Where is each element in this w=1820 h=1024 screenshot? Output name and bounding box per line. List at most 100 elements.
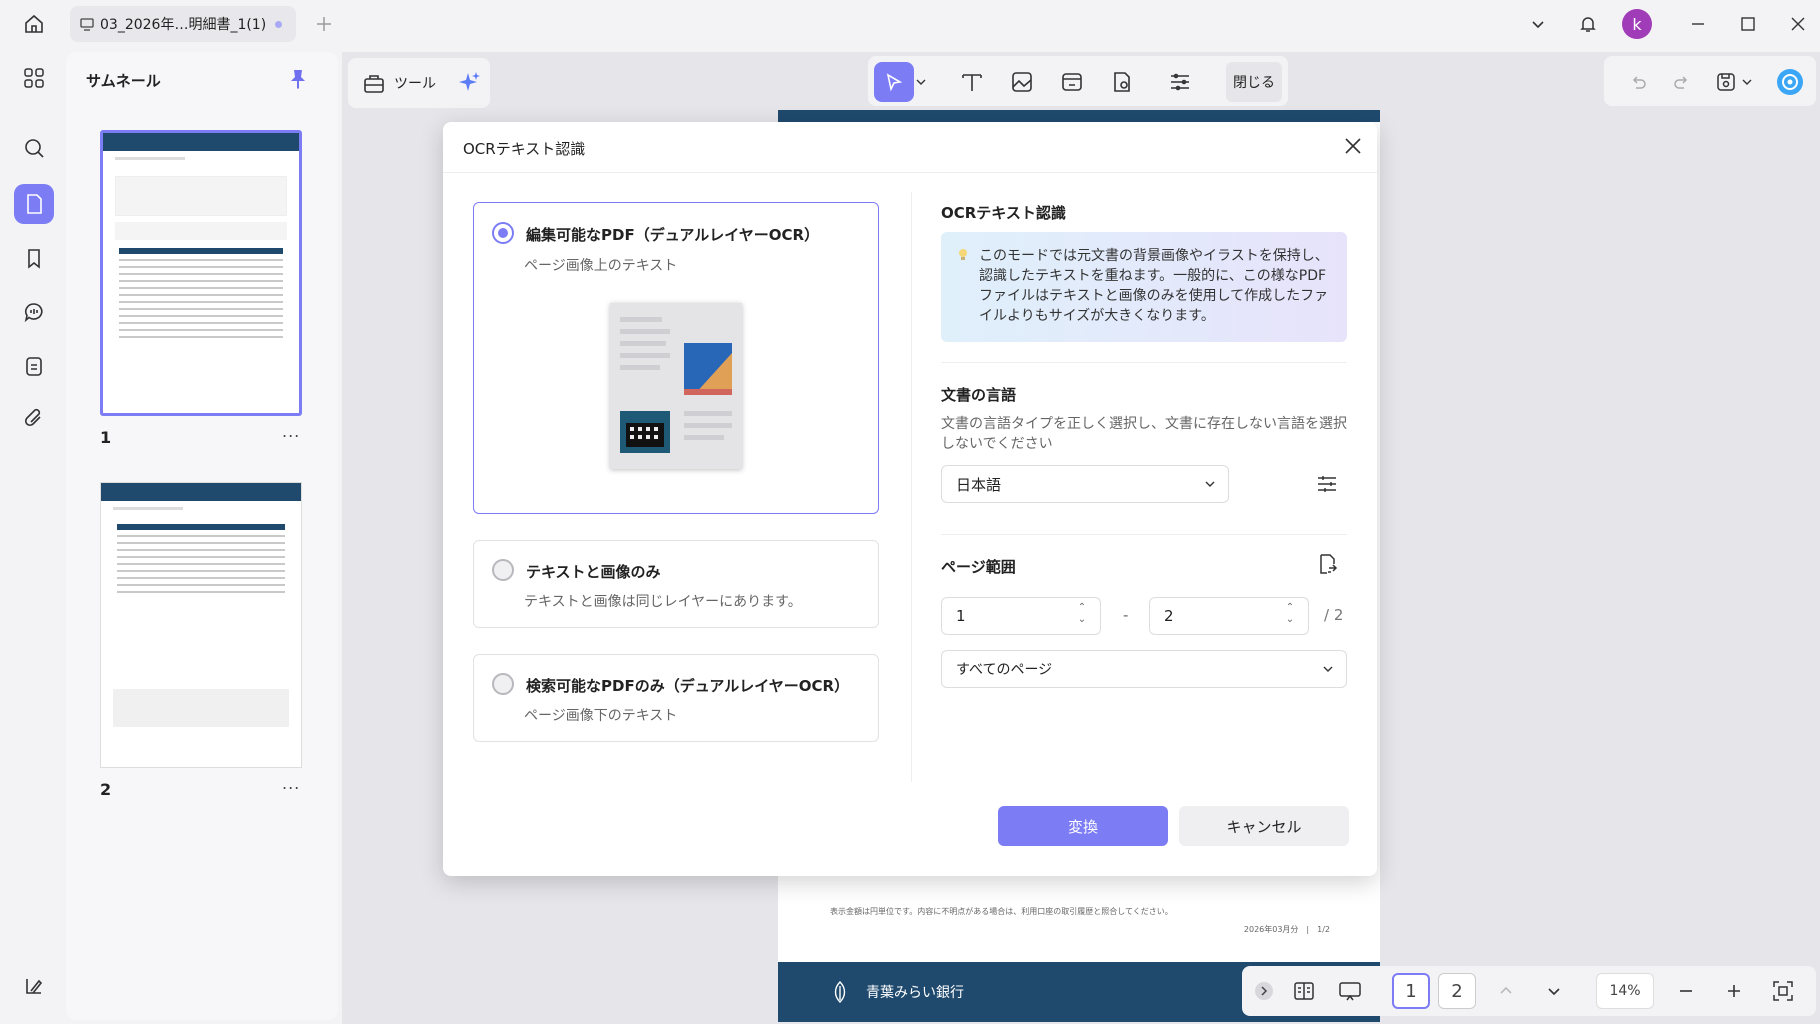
option-text-images-subtitle: テキストと画像は同じレイヤーにあります。 [524,594,802,610]
link-tool-icon[interactable] [1052,62,1092,102]
notification-bell-icon[interactable] [1574,10,1602,38]
adjust-sliders-icon[interactable] [1160,62,1200,102]
pdf-footer-note: 表示金額は円単位です。内容に不明点がある場合は、利用口座の取引履歴と照合してくだ… [830,907,1173,916]
page-number-2: 2 [100,780,112,799]
ocr-option-text-and-images[interactable]: テキストと画像のみ テキストと画像は同じレイヤーにあります。 [473,540,879,628]
page-thumbnail-2[interactable] [100,482,302,768]
user-avatar[interactable]: k [1622,9,1652,39]
dialog-divider [443,172,1377,173]
section-divider [941,534,1347,535]
zoom-out-icon[interactable] [1672,973,1700,1009]
comment-icon[interactable] [14,292,54,332]
bank-logo-icon [830,980,850,1004]
range-to-input[interactable]: 2 ⌃ ⌄ [1149,597,1309,635]
option-editable-subtitle: ページ画像上のテキスト [524,258,678,274]
ocr-mode-info: このモードでは元文書の背景画像やイラストを保持し、認識したテキストを重ねます。一… [941,232,1347,342]
presentation-icon[interactable] [1332,973,1368,1009]
page-thumbnail-1[interactable] [100,130,302,416]
convert-button[interactable]: 変換 [998,806,1168,846]
page-subset-select[interactable]: すべてのページ [941,650,1347,688]
minimize-icon[interactable] [1684,10,1712,38]
lightbulb-icon [957,248,969,262]
ai-sparkle-icon[interactable] [456,70,482,96]
section-divider [941,362,1347,363]
range-to-stepper-icon[interactable]: ⌃ ⌄ [1284,602,1296,630]
option-searchable-title: 検索可能なPDFのみ（デュアルレイヤーOCR） [526,677,850,695]
save-dropdown-chevron-icon[interactable] [1738,62,1756,102]
search-icon[interactable] [14,128,54,168]
ocr-option-searchable-pdf[interactable]: 検索可能なPDFのみ（デュアルレイヤーOCR） ページ画像下のテキスト [473,654,879,742]
page-2-button[interactable]: 2 [1438,973,1476,1009]
select-dropdown-chevron-icon[interactable] [912,62,930,102]
ocr-option-editable-pdf[interactable]: 編集可能なPDF（デュアルレイヤーOCR） ページ画像上のテキスト [473,202,879,514]
page-number-1: 1 [100,428,112,447]
page-navigation-bar: 1 2 14% [1242,966,1816,1016]
zoom-level[interactable]: 14% [1596,973,1654,1009]
page-range-select-icon[interactable] [1315,552,1339,576]
option-searchable-radio[interactable] [492,673,514,695]
next-page-icon[interactable] [1540,973,1568,1009]
range-from-input[interactable]: 1 ⌃ ⌄ [941,597,1101,635]
dialog-column-divider [911,192,912,782]
close-edit-button[interactable]: 閉じる [1226,62,1282,102]
attachment-paperclip-icon[interactable] [14,398,54,438]
zoom-in-icon[interactable] [1720,973,1748,1009]
ocr-mode-info-text: このモードでは元文書の背景画像やイラストを保持し、認識したテキストを重ねます。一… [979,248,1329,324]
apps-grid-icon[interactable] [14,58,54,98]
option-editable-radio[interactable] [492,222,514,244]
language-select-value: 日本語 [956,475,1002,494]
sidebar-toggle-icon[interactable] [14,966,54,1006]
option-text-images-title: テキストと画像のみ [526,563,661,581]
select-cursor-icon[interactable] [874,62,914,102]
redo-icon[interactable] [1662,62,1702,102]
tools-label: ツール [394,76,436,92]
document-language-heading: 文書の言語 [941,386,1017,404]
image-tool-icon[interactable] [1002,62,1042,102]
unsaved-dot-icon [275,20,282,28]
page-1-more-icon[interactable]: ... [282,422,300,441]
close-window-icon[interactable] [1784,10,1812,38]
tools-menu-button[interactable]: ツール [348,58,490,108]
maximize-icon[interactable] [1734,10,1762,38]
language-settings-icon[interactable] [1315,472,1339,496]
toolbox-icon [362,72,386,94]
new-tab-plus-icon[interactable] [310,10,338,38]
right-toolbar [1604,56,1816,106]
range-from-stepper-icon[interactable]: ⌃ ⌄ [1076,602,1088,630]
watermark-tool-icon[interactable] [1102,62,1142,102]
dialog-title: OCRテキスト認識 [463,140,586,158]
option-searchable-subtitle: ページ画像下のテキスト [524,708,678,724]
chevron-down-icon[interactable] [1524,10,1552,38]
home-icon[interactable] [20,10,48,38]
monitor-icon [80,17,94,31]
document-tab-title: 03_2026年…明細書_1(1) [100,17,267,33]
thumbnails-page-icon[interactable] [14,184,54,224]
undo-icon[interactable] [1618,62,1658,102]
cancel-button[interactable]: キャンセル [1179,806,1349,846]
pin-icon[interactable] [288,68,308,90]
previous-page-icon[interactable] [1492,973,1520,1009]
option-text-images-radio[interactable] [492,559,514,581]
range-to-value: 2 [1164,607,1174,625]
range-dash: - [1123,606,1129,624]
page-range-heading: ページ範囲 [941,558,1016,576]
range-from-value: 1 [956,607,966,625]
dialog-close-icon[interactable] [1343,136,1367,160]
thumbnail-panel-title: サムネール [86,72,161,90]
page-layout-icon[interactable] [1286,973,1322,1009]
ai-assistant-icon[interactable] [1770,62,1810,102]
bookmark-icon[interactable] [14,238,54,278]
language-select[interactable]: 日本語 [941,465,1229,503]
thumbnail-panel: サムネール 1 ... 2 ... [66,52,338,1020]
expand-arrow-icon[interactable] [1252,973,1276,1009]
range-total-pages: / 2 [1324,606,1344,624]
page-2-more-icon[interactable]: ... [282,774,300,793]
document-tab[interactable]: 03_2026年…明細書_1(1) [70,6,296,42]
title-bar: 03_2026年…明細書_1(1) k [0,0,1820,48]
text-tool-icon[interactable] [952,62,992,102]
option-editable-title: 編集可能なPDF（デュアルレイヤーOCR） [526,226,820,244]
document-list-icon[interactable] [14,346,54,386]
page-1-button[interactable]: 1 [1392,973,1430,1009]
fit-page-icon[interactable] [1768,973,1798,1009]
chevron-down-icon [1204,478,1216,490]
